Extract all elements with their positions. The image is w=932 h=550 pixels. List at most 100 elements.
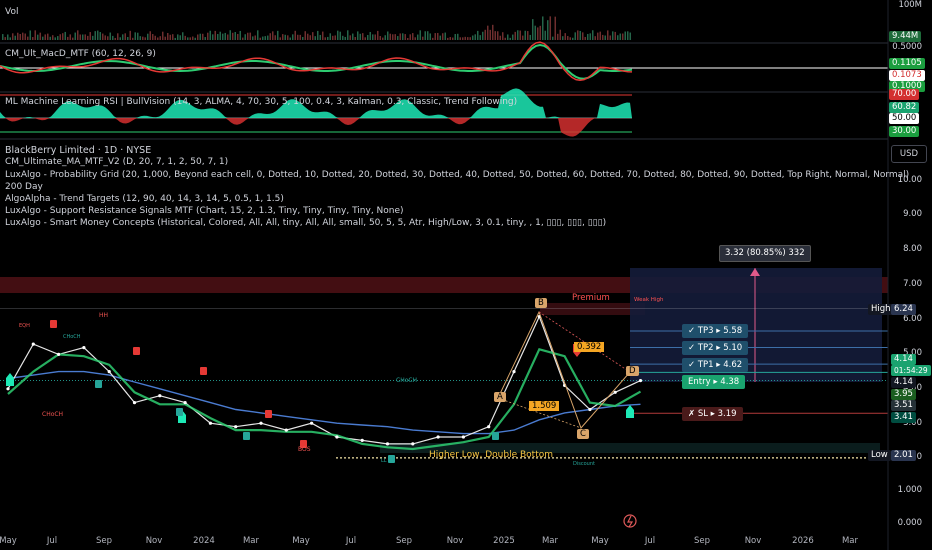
volume-bar bbox=[467, 37, 469, 40]
volume-bar bbox=[379, 36, 381, 40]
price-tick: 10.00 bbox=[897, 175, 922, 185]
volume-bar bbox=[377, 30, 379, 40]
price-point bbox=[208, 421, 212, 425]
fib-ratio-2: 1.509 bbox=[529, 401, 560, 411]
fib-ratio-1: 0.392 bbox=[574, 342, 605, 352]
price-point bbox=[183, 401, 187, 405]
volume-bar bbox=[327, 36, 329, 40]
volume-bar bbox=[4, 37, 6, 40]
price-point bbox=[6, 387, 10, 391]
volume-bar bbox=[44, 34, 46, 40]
volume-bar bbox=[192, 36, 194, 40]
volume-bar bbox=[457, 33, 459, 40]
volume-bar bbox=[459, 37, 461, 40]
volume-bar bbox=[602, 34, 604, 40]
x-axis-label: 2024 bbox=[193, 536, 215, 546]
buy-signal-arrow bbox=[6, 373, 14, 386]
volume-bar bbox=[314, 36, 316, 40]
price-point bbox=[436, 435, 440, 439]
price-tag-3-41: 3.41 bbox=[891, 412, 916, 423]
x-axis-label: 2026 bbox=[792, 536, 814, 546]
volume-bar bbox=[274, 35, 276, 40]
volume-bar bbox=[574, 32, 576, 40]
volume-bar bbox=[92, 35, 94, 40]
volume-bar bbox=[569, 37, 571, 40]
volume-bar bbox=[142, 36, 144, 40]
volume-bar bbox=[532, 19, 534, 40]
price-tick: 6.00 bbox=[903, 314, 922, 324]
volume-bar bbox=[22, 32, 24, 40]
volume-bar bbox=[37, 34, 39, 40]
volume-bar bbox=[212, 34, 214, 40]
target-projection-box bbox=[630, 268, 882, 382]
volume-bar bbox=[604, 35, 606, 40]
signal-box bbox=[388, 455, 395, 463]
volume-bar bbox=[414, 37, 416, 40]
chart-canvas[interactable] bbox=[0, 0, 932, 550]
volume-bar bbox=[462, 37, 464, 40]
price-point bbox=[360, 438, 364, 442]
currency-button[interactable]: USD bbox=[891, 145, 927, 163]
volume-bar bbox=[287, 35, 289, 40]
volume-bar bbox=[319, 34, 321, 40]
volume-bar bbox=[499, 35, 501, 40]
volume-bar bbox=[242, 37, 244, 40]
volume-bar bbox=[362, 33, 364, 40]
harmonic-point-c: C bbox=[577, 429, 589, 439]
rsi-bearish-fill bbox=[0, 118, 632, 137]
volume-bar bbox=[304, 31, 306, 40]
volume-bar bbox=[374, 34, 376, 40]
volume-bar bbox=[277, 30, 279, 40]
volume-bar bbox=[422, 36, 424, 40]
volume-bar bbox=[562, 36, 564, 40]
volume-bar bbox=[244, 34, 246, 40]
volume-bar bbox=[359, 33, 361, 40]
volume-bar bbox=[154, 35, 156, 40]
x-axis-label: Sep bbox=[395, 536, 413, 546]
volume-bar bbox=[219, 31, 221, 40]
volume-bar bbox=[172, 34, 174, 40]
volume-bar bbox=[27, 36, 29, 40]
volume-bar bbox=[67, 36, 69, 40]
volume-bar bbox=[539, 25, 541, 40]
price-tag-3-95: 3.95 bbox=[891, 389, 916, 400]
volume-bar bbox=[167, 33, 169, 40]
volume-bar bbox=[152, 34, 154, 40]
volume-bar bbox=[409, 34, 411, 40]
volume-bar bbox=[299, 34, 301, 40]
volume-bar bbox=[147, 33, 149, 40]
volume-bar bbox=[404, 34, 406, 40]
price-point bbox=[57, 352, 61, 356]
volume-bar bbox=[372, 34, 374, 40]
volume-bar bbox=[504, 37, 506, 40]
volume-bar bbox=[112, 35, 114, 40]
tp3-label: ✓ TP3 ▸ 5.58 bbox=[682, 324, 749, 338]
macd-tag-1: 0.1105 bbox=[889, 58, 925, 69]
volume-bar bbox=[312, 32, 314, 40]
volume-bar bbox=[249, 32, 251, 40]
volume-bar bbox=[354, 37, 356, 40]
price-point bbox=[259, 421, 263, 425]
volume-bar bbox=[337, 30, 339, 40]
x-axis-label: Sep bbox=[693, 536, 711, 546]
legend-line-6: LuxAlgo - Smart Money Concepts (Historic… bbox=[5, 218, 607, 228]
rsi-tag-70: 70.00 bbox=[889, 89, 920, 100]
premium-zone bbox=[540, 303, 645, 315]
volume-bar bbox=[29, 30, 31, 40]
volume-bar bbox=[124, 33, 126, 40]
volume-bar bbox=[132, 37, 134, 40]
volume-bar bbox=[139, 36, 141, 40]
volume-bar bbox=[332, 35, 334, 40]
countdown-tag: 01:54:29 bbox=[891, 365, 931, 376]
volume-bar bbox=[57, 36, 59, 40]
harmonic-pattern-line bbox=[497, 310, 631, 429]
volume-bar bbox=[224, 32, 226, 40]
volume-bar bbox=[307, 33, 309, 40]
price-point bbox=[31, 342, 35, 346]
volume-bar bbox=[564, 33, 566, 40]
volume-bar bbox=[159, 36, 161, 40]
volume-bar bbox=[42, 36, 44, 40]
volume-bar bbox=[609, 35, 611, 40]
volume-bar bbox=[472, 35, 474, 40]
volume-bar bbox=[189, 37, 191, 40]
